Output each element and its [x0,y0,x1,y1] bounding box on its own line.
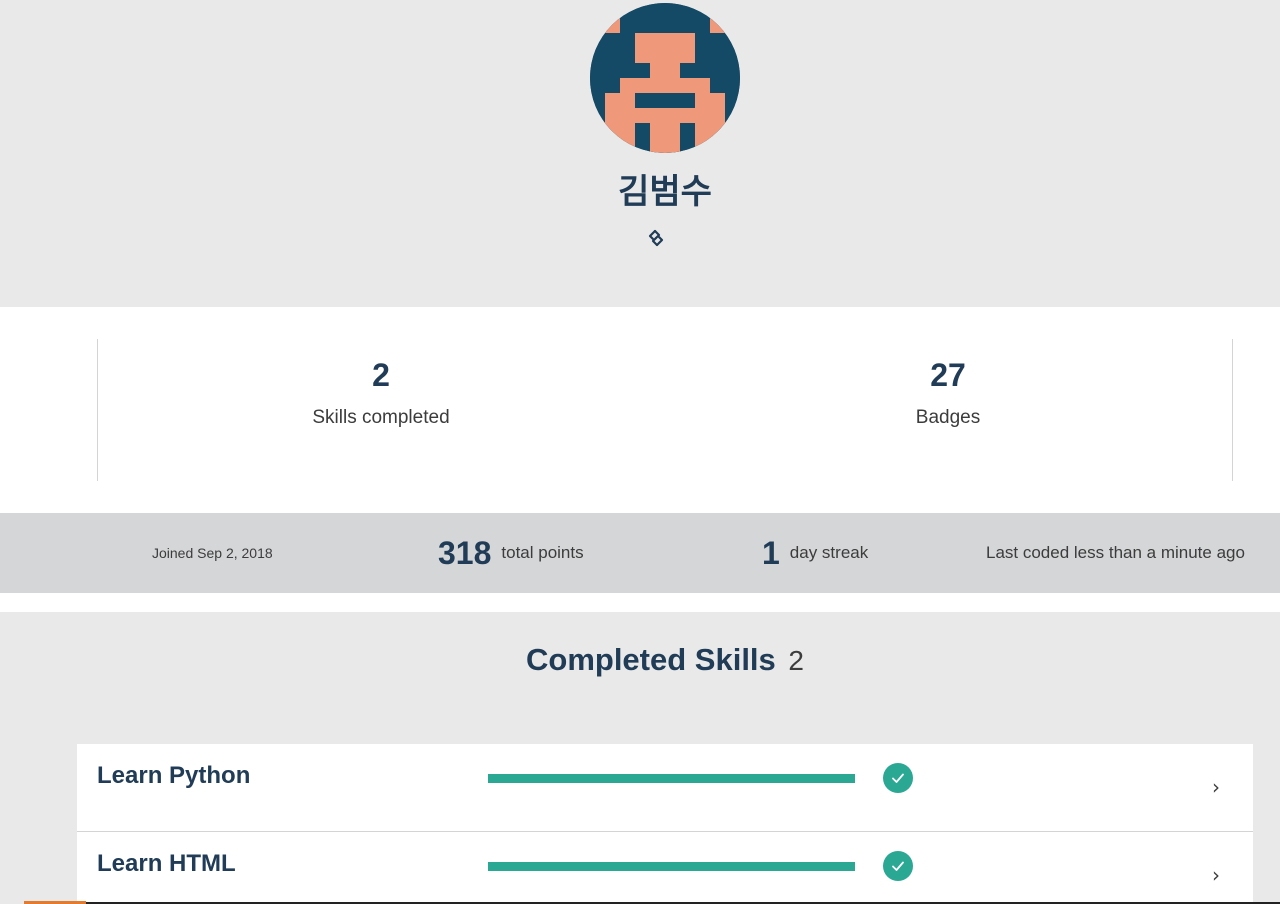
points-info: 318 total points [438,513,584,593]
skills-completed-label: Skills completed [312,407,450,428]
divider [97,339,98,481]
points-label: total points [501,543,584,562]
chevron-right-icon[interactable]: › [1212,863,1220,887]
completed-skills-section: Completed Skills 2 Learn Python › Learn … [0,612,1280,904]
check-circle-icon [883,763,913,793]
completed-skills-heading: Completed Skills [526,642,776,677]
profile-name: 김범수 [618,172,712,212]
points-value: 318 [438,534,492,571]
streak-info: 1 day streak [762,513,868,593]
badges-count: 27 [930,357,966,393]
skill-row-learn-html[interactable]: Learn HTML › [77,832,1253,904]
joined-info: Joined Sep 2, 2018 [152,513,273,593]
link-icon[interactable] [645,227,667,249]
skill-name: Learn HTML [97,850,236,877]
skill-progress-bar [488,774,855,783]
chevron-right-icon[interactable]: › [1212,775,1220,799]
streak-label: day streak [789,543,869,562]
skill-row-learn-python[interactable]: Learn Python › [77,744,1253,832]
section-spacer [0,593,1280,612]
last-coded-info: Last coded less than a minute ago [986,513,1245,593]
skill-progress-bar [488,862,855,871]
completed-skills-count: 2 [788,645,804,676]
skill-list: Learn Python › Learn HTML › [77,744,1253,904]
last-coded: Last coded less than a minute ago [986,543,1245,562]
skill-name: Learn Python [97,762,251,789]
skills-completed-count: 2 [372,357,390,393]
skill-progress-fill [488,862,855,871]
badges-label: Badges [915,407,981,428]
streak-value: 1 [762,534,780,571]
avatar [590,3,740,153]
skill-progress-fill [488,774,855,783]
stats-card: 2 Skills completed 27 Badges [0,307,1280,513]
joined-date: Joined Sep 2, 2018 [152,545,273,561]
divider [1232,339,1233,481]
section-title: Completed Skills 2 [0,642,1280,678]
check-circle-icon [883,851,913,881]
skills-completed-stat: 2 Skills completed [181,355,581,429]
profile-header: 김범수 [0,0,1280,307]
info-bar: Joined Sep 2, 2018 318 total points 1 da… [0,513,1280,593]
badges-stat: 27 Badges [748,355,1148,429]
avatar-identicon [590,3,740,153]
